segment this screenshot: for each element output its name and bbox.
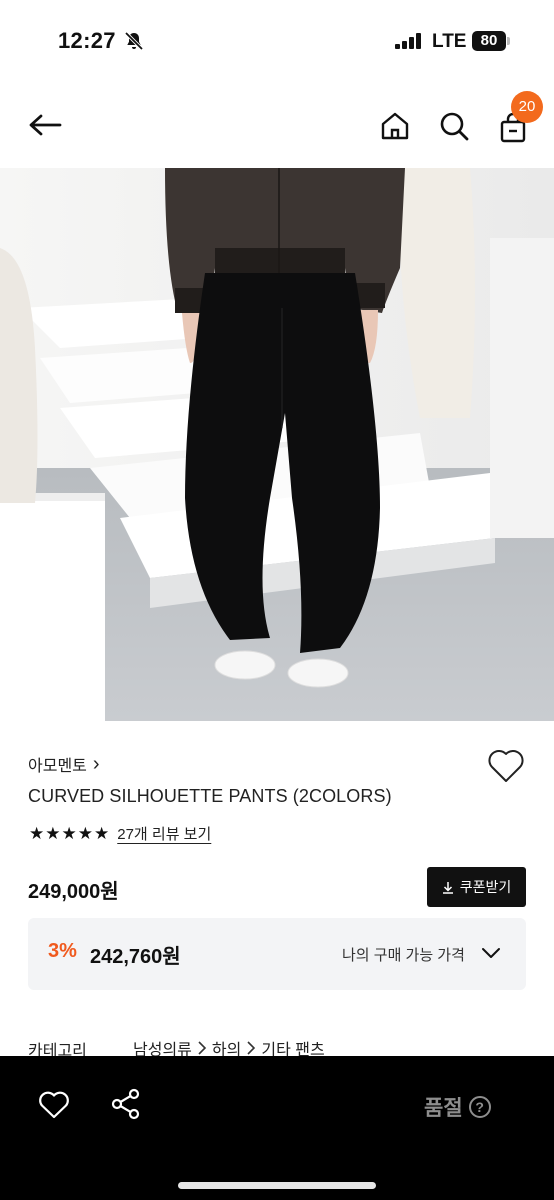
- arrow-left-icon: [29, 114, 62, 136]
- product-price: 249,000원: [28, 881, 119, 903]
- chevron-right-icon: [247, 1041, 256, 1055]
- network-label: LTE: [432, 31, 467, 52]
- star-icon: ★: [77, 823, 93, 843]
- download-icon: [442, 881, 453, 894]
- battery-indicator: 80: [472, 31, 506, 51]
- star-icon: ★: [45, 823, 61, 843]
- bell-off-icon: [124, 31, 144, 51]
- search-button[interactable]: [436, 108, 472, 144]
- status-time: 12:27: [58, 28, 116, 53]
- back-button[interactable]: [27, 107, 63, 143]
- star-icon: ★: [94, 823, 110, 843]
- product-photo: [0, 168, 554, 721]
- review-link[interactable]: 27개 리뷰 보기: [117, 823, 211, 844]
- share-icon[interactable]: [110, 1088, 142, 1120]
- home-icon: [381, 112, 409, 140]
- bottom-action-bar: 품절 ?: [0, 1056, 554, 1200]
- chevron-down-icon[interactable]: [480, 942, 502, 964]
- brand-name: 아모멘토: [28, 758, 87, 775]
- brand-link[interactable]: 아모멘토 ›: [28, 752, 100, 776]
- wishlist-button[interactable]: [487, 748, 525, 784]
- soldout-label: 품절: [424, 1097, 463, 1120]
- discount-price: 242,760원: [90, 946, 181, 968]
- home-button[interactable]: [377, 108, 413, 144]
- home-indicator: [178, 1182, 376, 1189]
- help-icon[interactable]: ?: [468, 1096, 491, 1118]
- rating-row: ★ ★ ★ ★ ★ 27개 리뷰 보기: [29, 823, 211, 844]
- chevron-right-icon: ›: [92, 753, 100, 775]
- product-image[interactable]: [0, 168, 554, 721]
- chevron-right-icon: [198, 1041, 207, 1055]
- heart-icon: [488, 749, 524, 782]
- status-bar: 12:27 LTE 80: [0, 0, 554, 84]
- signal-icon: [395, 33, 421, 49]
- coupon-button-label: 쿠폰받기: [459, 879, 512, 895]
- my-price-label: 나의 구매 가능 가격: [342, 947, 465, 964]
- cart-count-badge: 20: [511, 91, 543, 123]
- best-price-panel[interactable]: 3% 242,760원 나의 구매 가능 가격: [28, 918, 526, 990]
- star-icon: ★: [29, 823, 45, 843]
- search-icon: [440, 112, 469, 141]
- top-nav: [0, 86, 554, 168]
- heart-icon[interactable]: [38, 1090, 70, 1120]
- product-title: CURVED SILHOUETTE PANTS (2COLORS): [28, 786, 392, 806]
- star-icon: ★: [61, 823, 77, 843]
- discount-rate: 3%: [48, 940, 77, 962]
- soldout-status: 품절 ?: [424, 1092, 491, 1122]
- coupon-button[interactable]: 쿠폰받기: [427, 867, 526, 907]
- battery-nub: [507, 37, 510, 45]
